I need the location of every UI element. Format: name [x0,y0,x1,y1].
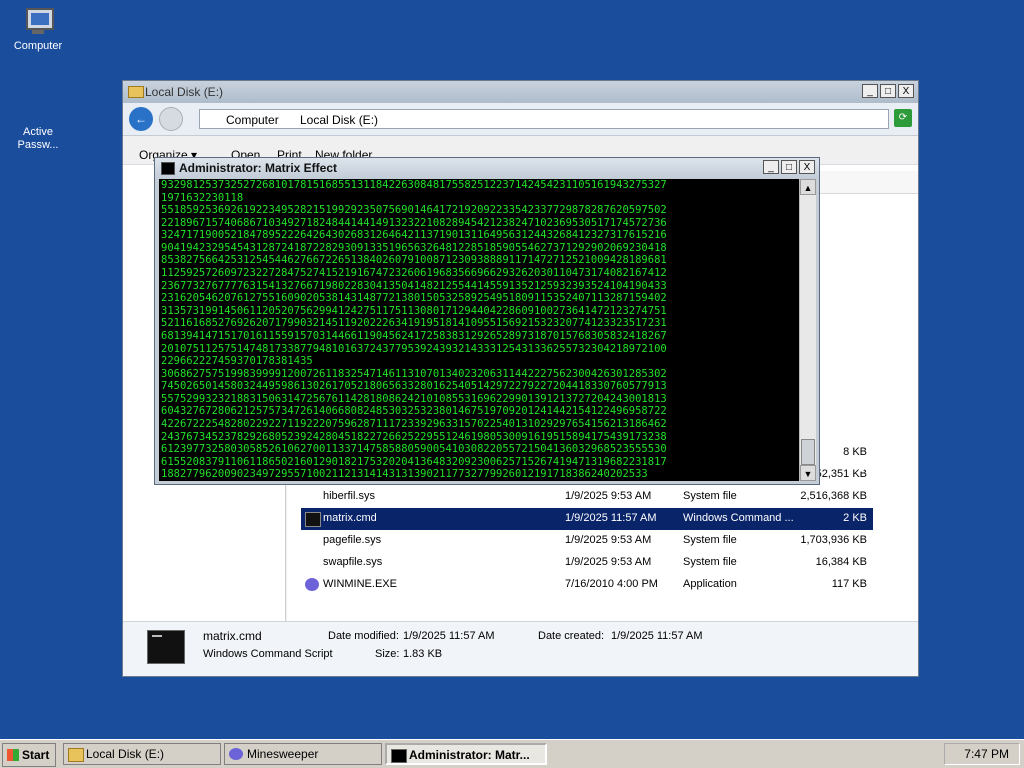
scroll-up-icon[interactable]: ▲ [800,179,816,195]
close-button[interactable]: X [799,160,815,174]
minimize-button[interactable]: _ [763,160,779,174]
date-created-value: 1/9/2025 11:57 AM [611,630,703,642]
file-row[interactable]: WINMINE.EXE 7/16/2010 4:00 PM Applicatio… [301,574,873,596]
desktop-icon-label: Active Passw... [17,126,59,151]
shortcut-icon [22,92,54,124]
address-row: ← Computer Local Disk (E:) ⟳ [123,103,918,136]
file-name: pagefile.sys [323,534,382,546]
details-file-type: Windows Command Script [203,648,333,660]
file-size: 1,703,936 KB [800,534,867,546]
breadcrumb-local-disk[interactable]: Local Disk (E:) [300,113,378,127]
file-row[interactable]: pagefile.sys 1/9/2025 9:53 AM System fil… [301,530,873,552]
file-row[interactable]: hiberfil.sys 1/9/2025 9:53 AM System fil… [301,486,873,508]
file-date: 7/16/2010 4:00 PM [565,578,658,590]
windows-logo-icon [7,749,19,761]
scroll-down-icon[interactable]: ▼ [800,465,816,481]
file-date: 1/9/2025 9:53 AM [565,534,652,546]
console-icon [391,749,407,763]
start-button[interactable]: Start [2,743,56,767]
cmd-file-icon [147,630,185,664]
minimize-button[interactable]: _ [862,84,878,98]
file-date: 1/9/2025 11:57 AM [565,512,657,524]
explorer-titlebar[interactable]: Local Disk (E:) _ □ X [123,81,918,103]
taskbar: Start Local Disk (E:) Minesweeper Admini… [0,739,1024,768]
maximize-button[interactable]: □ [781,160,797,174]
taskbar-item-label: Local Disk (E:) [86,747,165,761]
file-name: WINMINE.EXE [323,578,397,590]
back-button[interactable]: ← [129,107,153,131]
console-icon [161,162,175,175]
taskbar-item-label: Administrator: Matr... [409,748,530,762]
date-created-label: Date created: [538,630,605,642]
console-output-area[interactable]: 9329812537325272681017815168551311842263… [159,179,799,481]
file-size: 117 KB [831,578,867,590]
file-row-selected[interactable]: matrix.cmd 1/9/2025 11:57 AM Windows Com… [301,508,873,530]
close-button[interactable]: X [898,84,914,98]
taskbar-item-label: Minesweeper [247,747,319,761]
file-type: System file [683,534,737,546]
maximize-button[interactable]: □ [880,84,896,98]
details-file-name: matrix.cmd [203,629,262,643]
file-name: matrix.cmd [323,512,377,524]
taskbar-item-explorer[interactable]: Local Disk (E:) [63,743,221,765]
minesweeper-icon [229,748,243,760]
start-label: Start [22,748,50,762]
taskbar-item-console[interactable]: Administrator: Matr... [385,743,547,765]
forward-button[interactable] [159,107,183,131]
console-titlebar[interactable]: Administrator: Matrix Effect _ □ X [155,158,819,178]
explorer-title: Local Disk (E:) [145,85,224,99]
file-type: System file [683,556,737,568]
details-pane: matrix.cmd Windows Command Script Date m… [123,621,918,676]
folder-icon [128,86,144,98]
address-bar[interactable]: Computer Local Disk (E:) [199,109,889,129]
file-row[interactable]: swapfile.sys 1/9/2025 9:53 AM System fil… [301,552,873,574]
clock[interactable]: 7:47 PM [964,747,1009,761]
system-tray: 7:47 PM [944,743,1020,765]
minesweeper-icon [305,578,319,591]
file-date: 1/9/2025 9:53 AM [565,490,652,502]
refresh-icon[interactable]: ⟳ [894,109,912,127]
file-type: Application [683,578,737,590]
date-modified-label: Date modified: [328,630,399,642]
file-name: swapfile.sys [323,556,383,568]
date-modified-value: 1/9/2025 11:57 AM [403,630,495,642]
file-date: 1/9/2025 9:53 AM [565,556,652,568]
desktop-icon-computer[interactable]: Computer [0,6,78,53]
folder-icon [68,748,84,762]
console-window[interactable]: Administrator: Matrix Effect _ □ X 93298… [154,157,820,485]
file-size: 2,516,368 KB [800,490,867,502]
cmd-file-icon [305,512,321,527]
file-size: 16,384 KB [815,556,867,568]
size-value: 1.83 KB [403,648,443,660]
desktop-icon-active-password[interactable]: Active Passw... [0,92,78,152]
file-type: Windows Command ... [683,512,794,524]
file-name: hiberfil.sys [323,490,375,502]
computer-icon [22,6,54,38]
desktop-icon-label: Computer [13,40,63,52]
console-scrollbar[interactable]: ▲ ▼ [799,179,816,481]
breadcrumb-computer[interactable]: Computer [226,113,279,127]
taskbar-item-minesweeper[interactable]: Minesweeper [224,743,382,765]
size-label: Size: [375,648,400,660]
file-type: System file [683,490,737,502]
file-size: 2 KB [843,512,867,524]
console-title: Administrator: Matrix Effect [179,161,338,175]
console-output: 9329812537325272681017815168551311842263… [161,179,667,481]
scroll-thumb[interactable] [801,439,815,465]
